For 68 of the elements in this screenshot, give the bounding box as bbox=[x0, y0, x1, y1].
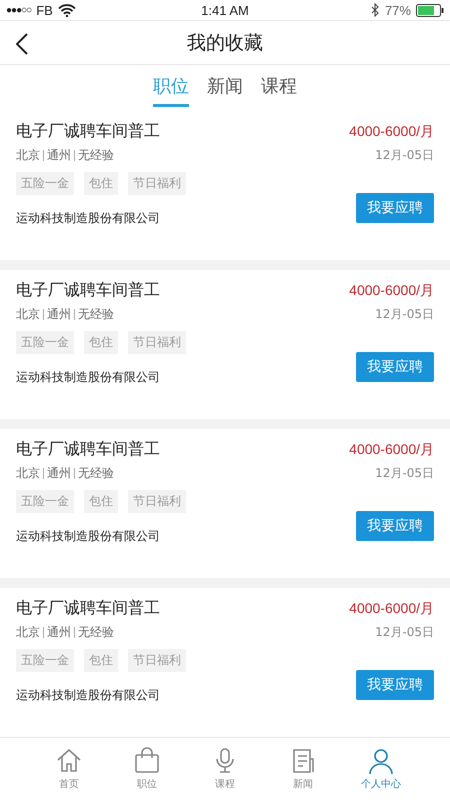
battery-percent: 77% bbox=[384, 2, 411, 18]
salary: 4000-6000/月 bbox=[349, 440, 434, 458]
location-text: 北京 bbox=[16, 624, 40, 641]
wifi-icon bbox=[58, 4, 76, 17]
location-text: 通州 bbox=[47, 624, 71, 641]
job-card[interactable]: 电子厂诚聘车间普工 4000-6000/月 北京 通州 无经验 12月-05日 五险一金 包住 节日福利 运动科技制造股份有限公司 我要应聘 bbox=[0, 588, 450, 737]
tab[interactable]: 新闻 bbox=[207, 68, 243, 108]
date: 12月-05日 bbox=[375, 147, 434, 164]
location-text: 无经验 bbox=[78, 624, 114, 641]
date: 12月-05日 bbox=[375, 465, 434, 482]
location-text: 北京 bbox=[16, 147, 40, 164]
location-text: 北京 bbox=[16, 465, 40, 482]
benefit-tag: 节日福利 bbox=[128, 649, 186, 672]
job-title: 电子厂诚聘车间普工 bbox=[16, 598, 160, 619]
company-name: 运动科技制造股份有限公司 bbox=[16, 528, 161, 545]
location-text: 通州 bbox=[47, 147, 71, 164]
apply-button[interactable]: 我要应聘 bbox=[356, 352, 434, 382]
back-icon bbox=[16, 33, 28, 56]
location-text: 无经验 bbox=[78, 306, 114, 323]
job-card[interactable]: 电子厂诚聘车间普工 4000-6000/月 北京 通州 无经验 12月-05日 五险一金 包住 节日福利 运动科技制造股份有限公司 我要应聘 bbox=[0, 429, 450, 578]
apply-button[interactable]: 我要应聘 bbox=[356, 193, 434, 223]
date: 12月-05日 bbox=[375, 306, 434, 323]
company-name: 运动科技制造股份有限公司 bbox=[16, 687, 161, 704]
bag-icon bbox=[133, 747, 161, 775]
benefit-tag: 节日福利 bbox=[128, 331, 186, 354]
nav-item[interactable]: 课程 bbox=[195, 747, 255, 791]
job-title: 电子厂诚聘车间普工 bbox=[16, 280, 160, 301]
apply-button[interactable]: 我要应聘 bbox=[356, 511, 434, 541]
benefit-tag: 五险一金 bbox=[16, 490, 74, 513]
signal-dots: ●●●○○ bbox=[6, 4, 32, 16]
job-title: 电子厂诚聘车间普工 bbox=[16, 121, 160, 142]
date: 12月-05日 bbox=[375, 624, 434, 641]
benefit-tag: 包住 bbox=[84, 649, 118, 672]
location-text: 无经验 bbox=[78, 465, 114, 482]
bluetooth-icon bbox=[370, 3, 380, 18]
benefit-tag: 包住 bbox=[84, 172, 118, 195]
location-text: 通州 bbox=[47, 465, 71, 482]
tab[interactable]: 课程 bbox=[261, 68, 297, 108]
company-name: 运动科技制造股份有限公司 bbox=[16, 369, 161, 386]
company-name: 运动科技制造股份有限公司 bbox=[16, 210, 161, 227]
benefit-tag: 五险一金 bbox=[16, 172, 74, 195]
location-text: 北京 bbox=[16, 306, 40, 323]
tab[interactable]: 职位 bbox=[153, 68, 189, 108]
salary: 4000-6000/月 bbox=[349, 122, 434, 140]
salary: 4000-6000/月 bbox=[349, 600, 434, 618]
benefit-tag: 五险一金 bbox=[16, 331, 74, 354]
nav-item[interactable]: 首页 bbox=[39, 747, 99, 791]
clock: 1:41 AM bbox=[201, 2, 249, 18]
job-card[interactable]: 电子厂诚聘车间普工 4000-6000/月 北京 通州 无经验 12月-05日 五险一金 包住 节日福利 运动科技制造股份有限公司 我要应聘 bbox=[0, 111, 450, 260]
home-icon bbox=[55, 747, 83, 775]
salary: 4000-6000/月 bbox=[349, 282, 434, 300]
nav-item[interactable]: 职位 bbox=[117, 747, 177, 791]
carrier: FB bbox=[36, 2, 53, 18]
benefit-tag: 包住 bbox=[84, 490, 118, 513]
location-text: 无经验 bbox=[78, 147, 114, 164]
benefit-tag: 节日福利 bbox=[128, 172, 186, 195]
job-card[interactable]: 电子厂诚聘车间普工 4000-6000/月 北京 通州 无经验 12月-05日 五险一金 包住 节日福利 运动科技制造股份有限公司 我要应聘 bbox=[0, 270, 450, 419]
job-title: 电子厂诚聘车间普工 bbox=[16, 439, 160, 460]
benefit-tag: 五险一金 bbox=[16, 649, 74, 672]
apply-button[interactable]: 我要应聘 bbox=[356, 670, 434, 700]
page-title: 我的收藏 bbox=[187, 30, 263, 56]
battery-icon bbox=[416, 4, 444, 17]
nav-item[interactable]: 个人中心 bbox=[351, 747, 411, 791]
benefit-tag: 节日福利 bbox=[128, 490, 186, 513]
nav-item[interactable]: 新闻 bbox=[273, 747, 333, 791]
person-icon bbox=[367, 747, 395, 775]
location-text: 通州 bbox=[47, 306, 71, 323]
benefit-tag: 包住 bbox=[84, 331, 118, 354]
